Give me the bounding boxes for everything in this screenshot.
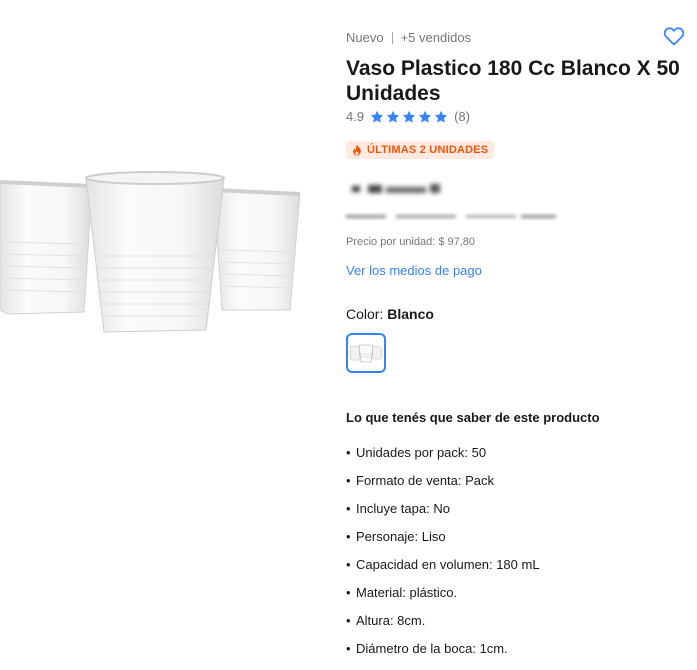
divider bbox=[391, 31, 393, 44]
bullet: • bbox=[346, 501, 351, 516]
feature-text: Formato de venta: Pack bbox=[356, 473, 495, 488]
cup-center bbox=[85, 171, 225, 333]
stock-badge-label: ÚLTIMAS 2 UNIDADES bbox=[367, 144, 489, 156]
features-list: • Unidades por pack: 50 • Formato de venta… bbox=[346, 446, 540, 670]
heart-outline-icon bbox=[663, 27, 685, 46]
feature-text: Material: plástico. bbox=[356, 585, 458, 600]
star-icon bbox=[386, 110, 400, 123]
feature-item: • Incluye tapa: No bbox=[346, 502, 540, 530]
feature-text: Unidades por pack: 50 bbox=[356, 445, 487, 460]
bullet: • bbox=[346, 585, 351, 600]
feature-item: • Unidades por pack: 50 bbox=[346, 446, 540, 474]
star-icon bbox=[402, 110, 416, 123]
color-swatch-blanco[interactable] bbox=[346, 333, 386, 373]
color-selector-label: Color: Blanco bbox=[346, 306, 434, 322]
color-value: Blanco bbox=[387, 306, 434, 322]
feature-text: Diámetro de la boca: 1cm. bbox=[356, 641, 508, 656]
favorite-button[interactable] bbox=[662, 24, 686, 48]
installments-obscured bbox=[346, 215, 556, 218]
rating-score: 4.9 bbox=[346, 109, 365, 124]
cups-illustration bbox=[0, 171, 301, 333]
feature-item: • Capacidad en volumen: 180 mL bbox=[346, 558, 540, 586]
feature-text: Altura: 8cm. bbox=[356, 613, 426, 628]
feature-item: • Material: plástico. bbox=[346, 586, 540, 614]
bullet: • bbox=[346, 557, 351, 572]
flame-icon bbox=[353, 144, 361, 156]
product-title: Vaso Plastico 180 Cc Blanco X 50 Unidade… bbox=[346, 57, 680, 105]
feature-item: • Personaje: Liso bbox=[346, 530, 540, 558]
bullet: • bbox=[346, 445, 351, 460]
bullet: • bbox=[346, 473, 351, 488]
feature-item: • Formato de venta: Pack bbox=[346, 474, 540, 502]
payment-methods-link[interactable]: Ver los medios de pago bbox=[346, 263, 482, 278]
price-obscured bbox=[352, 184, 440, 193]
product-subtitle: Nuevo +5 vendidos bbox=[346, 30, 471, 45]
features-heading: Lo que tenés que saber de este producto bbox=[346, 410, 600, 425]
sold-count: +5 vendidos bbox=[400, 30, 472, 45]
feature-text: Incluye tapa: No bbox=[356, 501, 450, 516]
cup-right bbox=[213, 188, 301, 311]
star-icon bbox=[434, 110, 448, 123]
condition-label: Nuevo bbox=[346, 30, 384, 45]
unit-price: Precio por unidad: $ 97,80 bbox=[346, 236, 476, 248]
feature-text: Capacidad en volumen: 180 mL bbox=[356, 557, 540, 572]
rating-count: (8) bbox=[454, 109, 470, 124]
bullet: • bbox=[346, 641, 351, 656]
rating-stars bbox=[370, 110, 448, 124]
feature-item: • Altura: 8cm. bbox=[346, 614, 540, 642]
bullet: • bbox=[346, 529, 351, 544]
rating-summary[interactable]: 4.9 (8) bbox=[346, 109, 470, 124]
stock-badge: ÚLTIMAS 2 UNIDADES bbox=[346, 141, 495, 159]
star-icon bbox=[370, 110, 384, 123]
feature-text: Personaje: Liso bbox=[356, 529, 446, 544]
color-label-prefix: Color: bbox=[346, 306, 388, 322]
bullet: • bbox=[346, 613, 351, 628]
cup-left bbox=[0, 180, 93, 315]
product-image[interactable] bbox=[0, 160, 320, 350]
swatch-thumbnail bbox=[350, 344, 382, 363]
star-icon bbox=[418, 110, 432, 123]
feature-item: • Diámetro de la boca: 1cm. bbox=[346, 642, 540, 670]
